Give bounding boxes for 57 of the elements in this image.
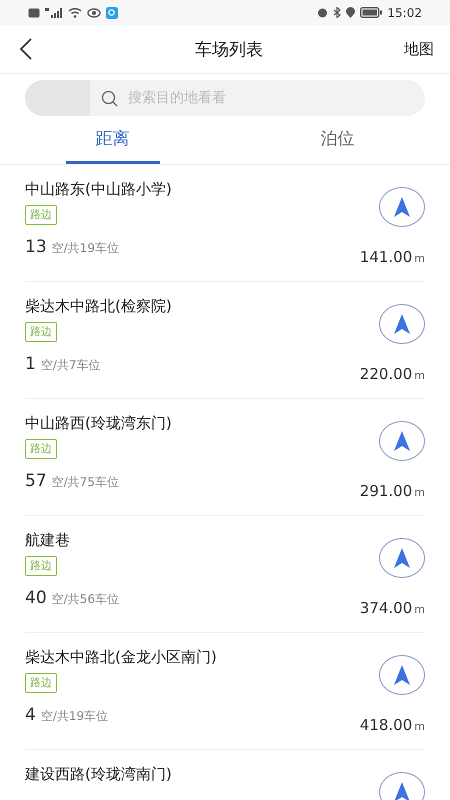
battery-icon	[360, 7, 382, 18]
lot-name: 建设西路(玲珑湾南门)	[25, 764, 172, 784]
arrow-icon	[393, 781, 411, 800]
navigate-button[interactable]	[379, 187, 425, 227]
lot-name: 中山路东(中山路小学)	[25, 179, 172, 199]
page-title: 车场列表	[195, 38, 263, 60]
free-count: 57	[25, 471, 47, 491]
arrow-icon	[393, 664, 411, 686]
lot-tag: 路边	[25, 556, 57, 576]
status-time: 15:02	[387, 6, 422, 20]
lot-tag: 路边	[25, 673, 57, 693]
app-icon	[106, 6, 118, 18]
lot-name: 航建巷	[25, 530, 70, 550]
navigate-button[interactable]	[379, 421, 425, 461]
tab[interactable]: 泊位	[225, 116, 450, 164]
navigate-button[interactable]	[379, 772, 425, 800]
signal-icon	[45, 8, 63, 18]
total-spaces: 空/共7车位	[40, 357, 101, 374]
total-spaces: 空/共19车位	[52, 240, 119, 257]
total-spaces: 空/共56车位	[52, 591, 119, 608]
distance-unit: m	[414, 369, 425, 382]
arrow-icon	[393, 547, 411, 569]
lot-tag: 路边	[25, 439, 57, 459]
lot-tag: 路边	[25, 205, 57, 225]
arrow-icon	[393, 196, 411, 218]
navigate-button[interactable]	[379, 538, 425, 578]
distance-value: 291.00	[360, 482, 412, 500]
map-button[interactable]: 地图	[404, 40, 434, 58]
free-count: 13	[25, 237, 47, 257]
bluetooth-icon	[333, 7, 342, 18]
location-icon	[346, 7, 356, 18]
distance-unit: m	[414, 603, 425, 616]
total-spaces: 空/共75车位	[52, 474, 119, 491]
free-count: 40	[25, 588, 47, 608]
free-count: 4	[25, 705, 36, 725]
distance-value: 141.00	[360, 248, 412, 266]
distance-unit: m	[414, 720, 425, 733]
distance-value: 418.00	[360, 716, 412, 734]
arrow-icon	[393, 313, 411, 335]
distance-value: 374.00	[360, 599, 412, 617]
arrow-icon	[393, 430, 411, 452]
tab[interactable]: 距离	[0, 116, 225, 164]
lot-tag: 路边	[25, 322, 57, 342]
distance-unit: m	[414, 486, 425, 499]
lot-name: 柴达木中路北(检察院)	[25, 296, 172, 316]
navigate-button[interactable]	[379, 655, 425, 695]
total-spaces: 空/共19车位	[40, 708, 108, 725]
navigate-button[interactable]	[379, 304, 425, 344]
wifi-icon	[68, 7, 82, 18]
lot-name: 中山路西(玲珑湾东门)	[25, 413, 172, 433]
search-icon	[101, 90, 118, 106]
distance-value: 220.00	[360, 365, 412, 383]
distance-unit: m	[414, 252, 425, 265]
eye-icon	[87, 8, 101, 18]
back-button[interactable]	[18, 37, 34, 61]
free-count: 1	[25, 354, 36, 374]
lot-name: 柴达木中路北(金龙小区南门)	[25, 647, 217, 667]
